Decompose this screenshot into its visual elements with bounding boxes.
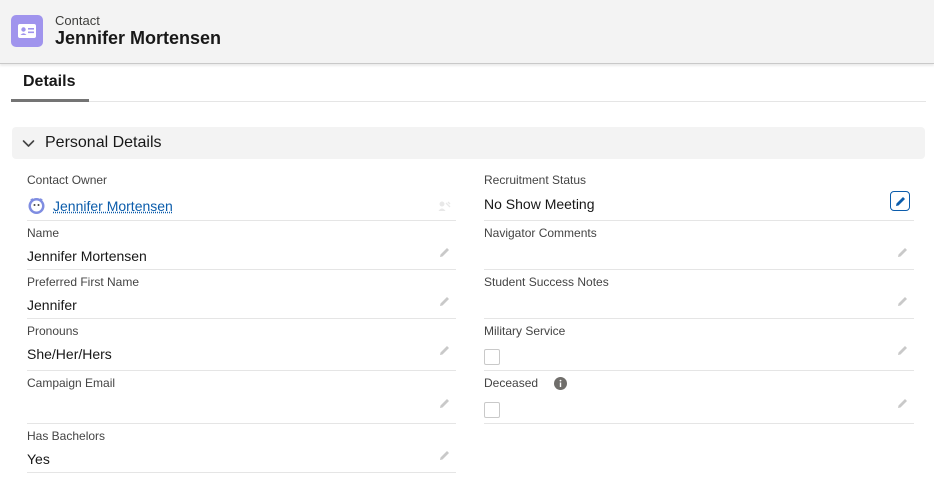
field-contact-owner: Contact Owner Jennifer Mortensen (27, 173, 456, 221)
field-deceased: Deceased (484, 376, 914, 424)
contact-card-icon (11, 15, 43, 47)
contact-owner-link[interactable]: Jennifer Mortensen (53, 198, 173, 214)
pencil-icon[interactable] (438, 344, 451, 357)
field-military-service: Military Service (484, 324, 914, 371)
pencil-icon[interactable] (896, 295, 909, 308)
field-label: Name (27, 226, 60, 240)
pencil-icon[interactable] (896, 397, 909, 410)
field-campaign-email: Campaign Email (27, 376, 456, 424)
field-student-success-notes: Student Success Notes (484, 275, 914, 319)
user-avatar-icon (28, 198, 45, 214)
field-label: Campaign Email (27, 376, 116, 390)
pencil-icon[interactable] (896, 246, 909, 259)
field-has-bachelors: Has Bachelors Yes (27, 429, 456, 473)
field-label: Deceased (484, 376, 539, 390)
field-recruitment-status: Recruitment Status No Show Meeting (484, 173, 914, 221)
page-title: Jennifer Mortensen (55, 28, 222, 48)
field-value: No Show Meeting (484, 196, 595, 212)
deceased-checkbox[interactable] (484, 402, 500, 418)
field-label: Student Success Notes (484, 275, 609, 289)
object-type-label: Contact (55, 13, 100, 28)
pencil-icon (896, 197, 905, 206)
pencil-icon[interactable] (438, 295, 451, 308)
military-service-checkbox[interactable] (484, 349, 500, 365)
tab-details[interactable]: Details (11, 66, 89, 102)
field-label: Has Bachelors (27, 429, 106, 443)
field-value: Jennifer Mortensen (27, 248, 147, 264)
edit-button[interactable] (890, 191, 910, 211)
tab-bar: Details (11, 66, 926, 102)
field-preferred-first-name: Preferred First Name Jennifer (27, 275, 456, 319)
pencil-icon[interactable] (438, 246, 451, 259)
info-icon[interactable] (554, 377, 567, 390)
field-value: Yes (27, 451, 50, 467)
pencil-icon[interactable] (438, 449, 451, 462)
field-label: Pronouns (27, 324, 79, 338)
field-label: Preferred First Name (27, 275, 140, 289)
chevron-down-icon (22, 140, 35, 147)
pencil-icon[interactable] (896, 344, 909, 357)
field-label: Recruitment Status (484, 173, 587, 187)
field-value: She/Her/Hers (27, 346, 112, 362)
record-header: Contact Jennifer Mortensen (0, 0, 934, 64)
field-label: Navigator Comments (484, 226, 597, 240)
field-value: Jennifer (27, 297, 77, 313)
pencil-icon[interactable] (438, 397, 451, 410)
field-pronouns: Pronouns She/Her/Hers (27, 324, 456, 371)
change-owner-icon[interactable] (438, 199, 451, 212)
field-name: Name Jennifer Mortensen (27, 226, 456, 270)
section-title: Personal Details (45, 134, 162, 151)
field-label: Military Service (484, 324, 566, 338)
field-navigator-comments: Navigator Comments (484, 226, 914, 270)
section-personal-details[interactable]: Personal Details (12, 127, 925, 159)
field-label: Contact Owner (27, 173, 108, 187)
